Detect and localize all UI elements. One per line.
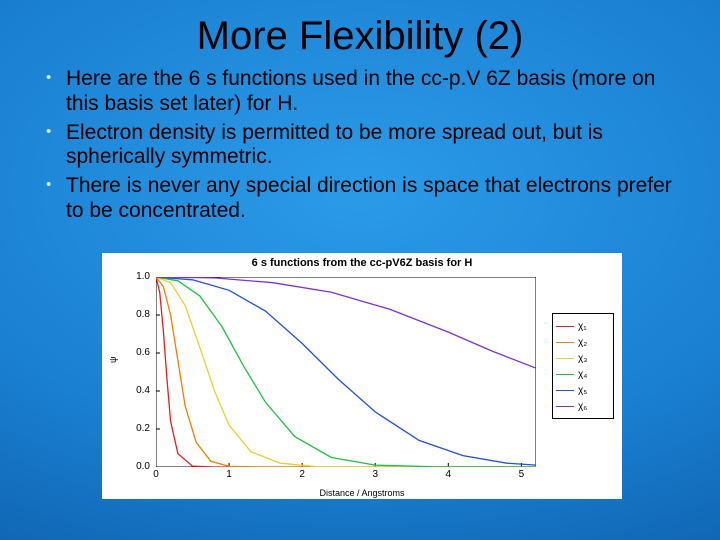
x-tick-label: 2	[292, 469, 312, 480]
legend-swatch	[556, 358, 574, 359]
bullet-list: Here are the 6 s functions used in the c…	[66, 67, 690, 224]
x-tick-label: 1	[219, 469, 239, 480]
y-tick-label: 1.0	[124, 271, 150, 282]
legend-label: χ₃	[578, 353, 587, 364]
x-tick-label: 3	[365, 469, 385, 480]
slide-body: Here are the 6 s functions used in the c…	[0, 59, 720, 224]
y-tick-label: 0.4	[124, 385, 150, 396]
legend: χ₁ χ₂ χ₃ χ₄ χ₅ χ₆	[552, 313, 614, 419]
bullet-item: Electron density is permitted to be more…	[66, 121, 690, 171]
chart: 6 s functions from the cc-pV6Z basis for…	[102, 253, 622, 499]
slide: More Flexibility (2) Here are the 6 s fu…	[0, 0, 720, 540]
x-tick-label: 5	[511, 469, 531, 480]
y-tick-label: 0.2	[124, 423, 150, 434]
x-tick-label: 4	[438, 469, 458, 480]
x-tick-label: 0	[146, 469, 166, 480]
x-axis-label: Distance / Angstroms	[102, 488, 622, 498]
plot-area	[156, 277, 536, 467]
plot-svg	[156, 277, 536, 467]
legend-label: χ₄	[578, 369, 587, 380]
legend-item: χ₄	[556, 366, 610, 382]
legend-item: χ₁	[556, 318, 610, 334]
bullet-item: Here are the 6 s functions used in the c…	[66, 67, 690, 117]
chart-title: 6 s functions from the cc-pV6Z basis for…	[102, 253, 622, 269]
legend-item: χ₂	[556, 334, 610, 350]
slide-title: More Flexibility (2)	[0, 0, 720, 59]
legend-item: χ₃	[556, 350, 610, 366]
bullet-item: There is never any special direction is …	[66, 174, 690, 224]
legend-label: χ₁	[578, 321, 587, 332]
y-axis-label: ψ	[108, 357, 118, 363]
legend-swatch	[556, 326, 574, 327]
legend-swatch	[556, 342, 574, 343]
y-tick-label: 0.8	[124, 309, 150, 320]
legend-label: χ₂	[578, 337, 587, 348]
legend-item: χ₅	[556, 382, 610, 398]
legend-swatch	[556, 374, 574, 375]
legend-item: χ₆	[556, 398, 610, 414]
legend-label: χ₆	[578, 401, 587, 412]
y-tick-label: 0.6	[124, 347, 150, 358]
legend-label: χ₅	[578, 385, 587, 396]
legend-swatch	[556, 406, 574, 407]
legend-swatch	[556, 390, 574, 391]
